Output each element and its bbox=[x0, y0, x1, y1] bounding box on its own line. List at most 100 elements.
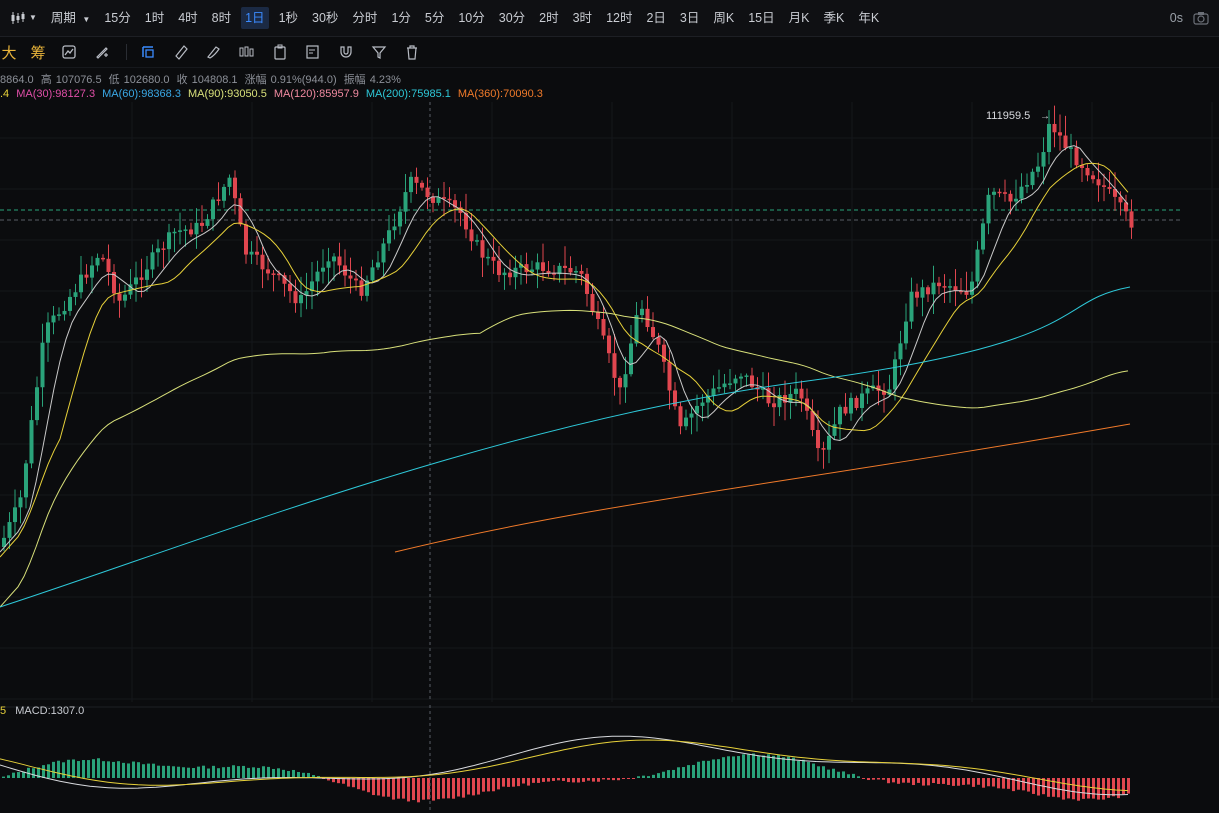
macd-bar bbox=[1077, 778, 1080, 801]
macd-bar bbox=[122, 762, 125, 778]
timeframe-11[interactable]: 30分 bbox=[495, 7, 529, 29]
macd-bar bbox=[827, 769, 830, 778]
candle-body bbox=[491, 256, 496, 261]
macd-bar bbox=[112, 761, 115, 778]
candle-body bbox=[222, 186, 226, 201]
rectangle-select-icon[interactable] bbox=[137, 41, 159, 63]
macd-bar bbox=[292, 769, 295, 778]
note-edit-icon[interactable] bbox=[302, 41, 324, 63]
clipboard-icon[interactable] bbox=[269, 41, 291, 63]
macd-bar bbox=[662, 771, 665, 778]
timeframe-4[interactable]: 1日 bbox=[241, 7, 269, 29]
timeframe-17[interactable]: 周K bbox=[709, 7, 738, 29]
candle-body bbox=[106, 258, 111, 273]
candle-pattern-icon[interactable] bbox=[236, 41, 258, 63]
macd-bar bbox=[677, 767, 680, 778]
toolbar-label-big[interactable]: 大 bbox=[0, 41, 18, 63]
candle-body bbox=[403, 192, 408, 212]
macd-bar bbox=[512, 778, 515, 787]
ma-legend-item: MA(200):75985.1 bbox=[365, 88, 451, 100]
macd-bar bbox=[362, 778, 365, 791]
period-dropdown[interactable]: 周期 ▼ bbox=[47, 7, 94, 29]
macd-bar bbox=[957, 778, 960, 786]
timeframe-16[interactable]: 3日 bbox=[676, 7, 703, 29]
macd-bar bbox=[712, 759, 715, 778]
macd-bar bbox=[902, 778, 905, 783]
candle-body bbox=[612, 353, 617, 378]
timeframe-12[interactable]: 2时 bbox=[535, 7, 562, 29]
macd-bar bbox=[717, 759, 720, 778]
timeframe-19[interactable]: 月K bbox=[785, 7, 814, 29]
candle-body bbox=[678, 406, 683, 427]
macd-bar bbox=[357, 778, 360, 790]
timeframe-3[interactable]: 8时 bbox=[208, 7, 235, 29]
macd-bar bbox=[612, 778, 615, 781]
candle-body bbox=[392, 226, 397, 231]
pencil-cross-icon[interactable] bbox=[91, 41, 113, 63]
candle-body bbox=[970, 281, 974, 295]
macd-bar bbox=[982, 778, 985, 788]
chart-type-button[interactable]: ▼ bbox=[6, 7, 41, 29]
candle-body bbox=[508, 272, 512, 278]
candle-body bbox=[997, 191, 1002, 194]
candle-body bbox=[475, 240, 479, 242]
candle-body bbox=[898, 343, 903, 360]
candle-body bbox=[101, 257, 105, 260]
candle-body bbox=[398, 211, 402, 227]
macd-bar bbox=[637, 776, 640, 778]
filter-icon[interactable] bbox=[368, 41, 390, 63]
timeframe-7[interactable]: 分时 bbox=[348, 7, 381, 29]
macd-bar bbox=[487, 778, 490, 792]
price-chart[interactable]: 111959.5 → bbox=[0, 102, 1219, 702]
macd-bar bbox=[757, 755, 760, 778]
camera-icon[interactable] bbox=[1193, 11, 1209, 25]
timeframe-21[interactable]: 年K bbox=[854, 7, 883, 29]
brush-icon[interactable] bbox=[203, 41, 225, 63]
candle-body bbox=[920, 287, 925, 298]
latency-label: 0s bbox=[1169, 11, 1183, 25]
candle-body bbox=[1025, 185, 1029, 187]
macd-bar bbox=[782, 757, 785, 778]
timeframe-2[interactable]: 4时 bbox=[174, 7, 201, 29]
macd-bar bbox=[207, 768, 210, 778]
macd-bar bbox=[1067, 778, 1070, 799]
timeframe-14[interactable]: 12时 bbox=[602, 7, 636, 29]
candle-body bbox=[18, 497, 23, 508]
timeframe-8[interactable]: 1分 bbox=[387, 7, 414, 29]
macd-bar bbox=[1022, 778, 1025, 791]
macd-bar bbox=[742, 754, 745, 778]
macd-bar bbox=[627, 778, 630, 779]
toolbar-divider bbox=[126, 44, 127, 60]
macd-bar bbox=[577, 778, 580, 783]
macd-bar bbox=[642, 775, 645, 778]
timeframe-10[interactable]: 10分 bbox=[454, 7, 488, 29]
indicator-icon[interactable] bbox=[58, 41, 80, 63]
timeframe-1[interactable]: 1时 bbox=[141, 7, 168, 29]
macd-chart[interactable] bbox=[0, 705, 1219, 810]
timeframe-6[interactable]: 30秒 bbox=[308, 7, 342, 29]
toolbar-label-chips[interactable]: 筹 bbox=[29, 41, 47, 63]
candle-body bbox=[24, 463, 28, 498]
candle-body bbox=[772, 403, 776, 408]
candle-body bbox=[288, 283, 292, 292]
ruler-icon[interactable] bbox=[170, 41, 192, 63]
magnet-icon[interactable] bbox=[335, 41, 357, 63]
macd-bar bbox=[557, 778, 560, 781]
ma-legend-item: MA(90):93050.5 bbox=[187, 88, 267, 100]
timeframe-15[interactable]: 2日 bbox=[642, 7, 669, 29]
trash-icon[interactable] bbox=[401, 41, 423, 63]
candle-body bbox=[68, 296, 72, 311]
timeframe-5[interactable]: 1秒 bbox=[275, 7, 302, 29]
timeframe-9[interactable]: 5分 bbox=[421, 7, 448, 29]
timeframe-20[interactable]: 季K bbox=[819, 7, 848, 29]
macd-bar bbox=[842, 771, 845, 778]
timeframe-13[interactable]: 3时 bbox=[569, 7, 596, 29]
timeframe-0[interactable]: 15分 bbox=[100, 7, 134, 29]
candle-body bbox=[299, 295, 303, 304]
candle-body bbox=[62, 310, 67, 315]
timeframe-18[interactable]: 15日 bbox=[744, 7, 778, 29]
macd-bar bbox=[547, 778, 550, 782]
candle-body bbox=[574, 270, 578, 273]
macd-bar bbox=[222, 767, 225, 778]
macd-bar bbox=[377, 778, 380, 796]
